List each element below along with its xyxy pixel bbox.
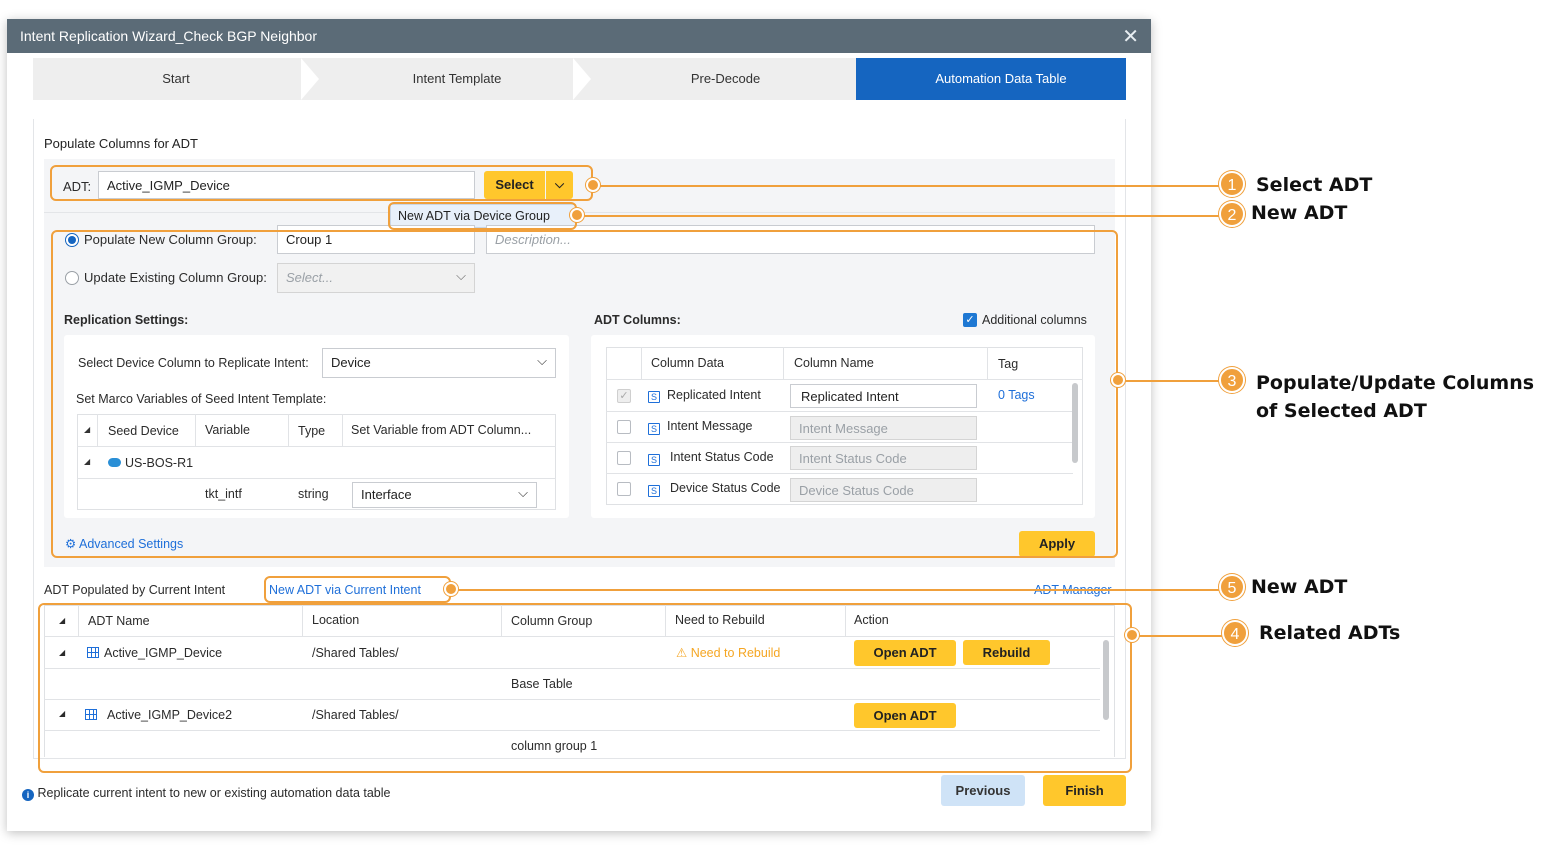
step-label: Intent Template — [412, 71, 502, 86]
highlight-related-adts — [38, 603, 1132, 773]
callout-line — [577, 215, 1224, 217]
highlight-select-adt — [50, 165, 593, 201]
callout-line — [593, 185, 1227, 187]
highlight-new-adt-group — [388, 202, 577, 230]
callout-badge-3: 3 — [1219, 367, 1245, 393]
callout-badge-2: 2 — [1219, 201, 1245, 227]
title-bar: Intent Replication Wizard_Check BGP Neig… — [7, 19, 1151, 53]
callout-populate-columns-line2: of Selected ADT — [1256, 400, 1427, 422]
callout-populate-columns: Populate/Update Columns — [1256, 372, 1535, 394]
callout-badge-5: 5 — [1219, 574, 1245, 600]
close-icon[interactable]: ✕ — [1122, 24, 1139, 49]
step-separator — [573, 58, 591, 100]
step-label: Pre-Decode — [690, 71, 761, 86]
step-separator — [301, 58, 319, 100]
callout-badge-4: 4 — [1222, 620, 1248, 646]
related-adt-title: ADT Populated by Current Intent — [44, 583, 226, 597]
callout-new-adt-intent: New ADT — [1251, 576, 1348, 598]
step-intent-template[interactable]: Intent Template — [319, 58, 591, 100]
callout-line — [451, 589, 1225, 591]
step-pre-decode[interactable]: Pre-Decode — [591, 58, 856, 100]
step-label: Automation Data Table — [935, 71, 1067, 86]
highlight-new-adt-intent — [264, 576, 451, 603]
highlight-populate-columns — [51, 230, 1118, 558]
step-start[interactable]: Start — [33, 58, 319, 100]
previous-button[interactable]: Previous — [941, 775, 1025, 806]
finish-button[interactable]: Finish — [1043, 775, 1126, 806]
callout-dot — [586, 178, 600, 192]
callout-new-adt: New ADT — [1251, 202, 1348, 224]
callout-dot — [1111, 373, 1125, 387]
callout-line — [1118, 380, 1225, 382]
section-title: Populate Columns for ADT — [44, 136, 198, 151]
step-label: Start — [162, 71, 190, 86]
info-icon: i — [22, 789, 34, 801]
step-automation-data-table[interactable]: Automation Data Table — [856, 58, 1126, 100]
callout-line — [1132, 635, 1225, 637]
callout-related-adts: Related ADTs — [1259, 622, 1401, 644]
info-text: Replicate current intent to new or exist… — [37, 786, 391, 800]
callout-dot — [1125, 628, 1139, 642]
callout-dot — [570, 208, 584, 222]
callout-select-adt: Select ADT — [1256, 174, 1373, 196]
callout-dot — [444, 582, 458, 596]
dialog-title: Intent Replication Wizard_Check BGP Neig… — [20, 28, 318, 44]
footer-info: i Replicate current intent to new or exi… — [22, 786, 390, 801]
callout-badge-1: 1 — [1219, 171, 1245, 197]
